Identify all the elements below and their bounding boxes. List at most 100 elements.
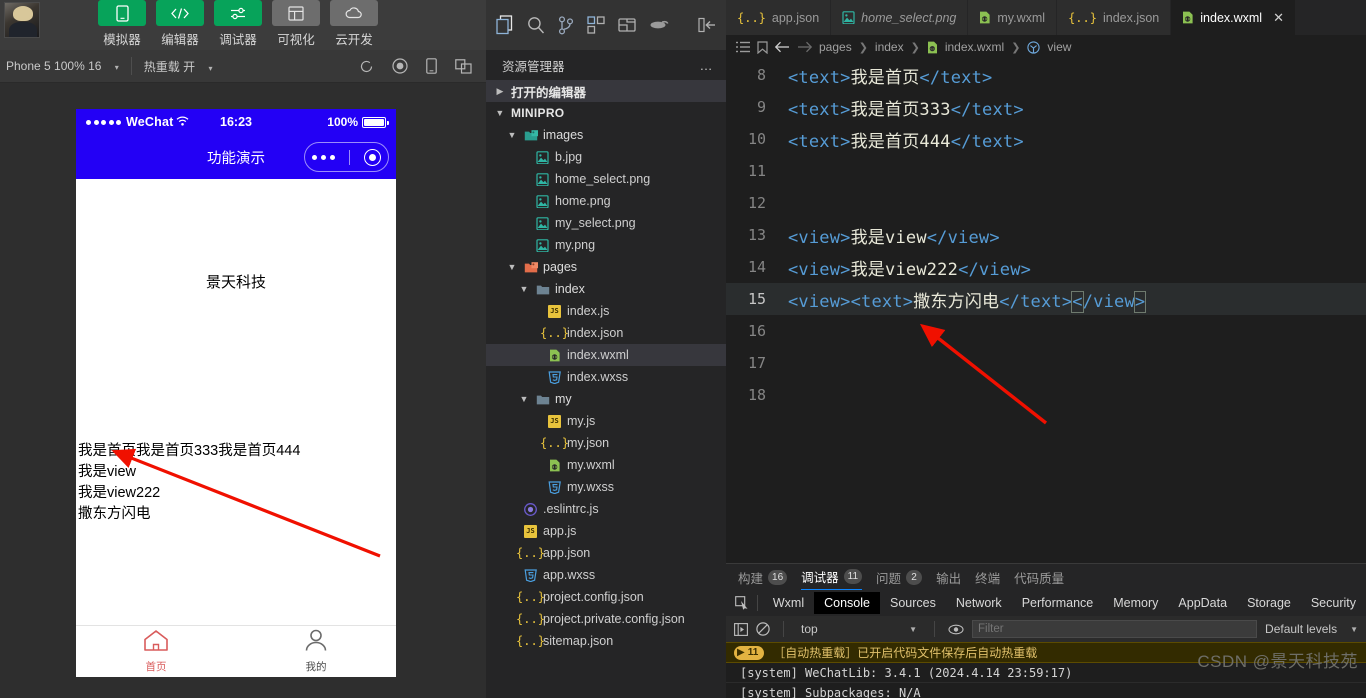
panel-tab-输出[interactable]: 输出: [936, 568, 961, 587]
tool-cloud[interactable]: 云开发: [330, 0, 378, 48]
code-line[interactable]: 8 <text>我是首页</text>: [726, 59, 1366, 91]
code-editor[interactable]: 8 <text>我是首页</text> 9 <text>我是首页333</text> 1…: [726, 59, 1366, 563]
breadcrumb-symbol[interactable]: view: [1047, 40, 1071, 54]
tree-folder-my[interactable]: ▼ my: [486, 388, 726, 410]
tree-file-home-png[interactable]: home.png: [486, 190, 726, 212]
devtools-tab-appdata[interactable]: AppData: [1168, 592, 1237, 614]
devtools-tab-network[interactable]: Network: [946, 592, 1012, 614]
tree-file-app-json[interactable]: {..} app.json: [486, 542, 726, 564]
breadcrumb-index[interactable]: index: [875, 40, 904, 54]
panel-tab-代码质量[interactable]: 代码质量: [1014, 568, 1064, 587]
tree-file-my-wxml[interactable]: my.wxml: [486, 454, 726, 476]
tree-folder-pages[interactable]: ▼ pages: [486, 256, 726, 278]
devtools-tab-wxml[interactable]: Wxml: [763, 592, 814, 614]
tree-file-index-wxml[interactable]: index.wxml: [486, 344, 726, 366]
breadcrumb-file[interactable]: index.wxml: [945, 40, 1004, 54]
panel-tab-终端[interactable]: 终端: [975, 568, 1000, 587]
tree-file-home-select-png[interactable]: home_select.png: [486, 168, 726, 190]
tree-folder-images[interactable]: ▼ images: [486, 124, 726, 146]
bookmark-icon[interactable]: [757, 40, 768, 54]
code-line[interactable]: 15 <view><text>撒东方闪电</text></view>: [726, 283, 1366, 315]
multi-window-icon[interactable]: [455, 58, 472, 74]
extensions-icon[interactable]: [587, 16, 605, 34]
outline-icon[interactable]: [736, 41, 750, 53]
tool-editor[interactable]: 编辑器: [156, 0, 204, 48]
tree-file-sitemap-json[interactable]: {..} sitemap.json: [486, 630, 726, 652]
files-icon[interactable]: [496, 15, 514, 35]
close-icon[interactable]: ✕: [1273, 10, 1284, 26]
console-levels-select[interactable]: Default levels ▼: [1265, 622, 1358, 636]
sidebar-toggle-icon[interactable]: [734, 622, 748, 636]
console-warning-row[interactable]: ▶ 11 ［自动热重载］已开启代码文件保存后自动热重载: [726, 642, 1366, 663]
search-icon[interactable]: [527, 16, 545, 34]
eye-icon[interactable]: [948, 624, 964, 635]
tabbar-item-home[interactable]: 首页: [76, 626, 236, 677]
editor-tab-app-json[interactable]: {..} app.json: [726, 0, 832, 35]
code-line[interactable]: 16: [726, 315, 1366, 347]
code-line[interactable]: 14 <view>我是view222</view>: [726, 251, 1366, 283]
forward-arrow-icon[interactable]: [797, 41, 812, 53]
code-line[interactable]: 12: [726, 187, 1366, 219]
collapse-panel-icon[interactable]: [698, 17, 716, 33]
tree-file--eslintrc-js[interactable]: .eslintrc.js: [486, 498, 726, 520]
editor-tab-home-select-png[interactable]: home_select.png: [831, 0, 969, 35]
code-line[interactable]: 10 <text>我是首页444</text>: [726, 123, 1366, 155]
tree-file-my-png[interactable]: my.png: [486, 234, 726, 256]
user-avatar[interactable]: [4, 2, 40, 38]
back-arrow-icon[interactable]: [775, 41, 790, 53]
docker-icon[interactable]: [649, 18, 669, 32]
tree-file-my-json[interactable]: {..} my.json: [486, 432, 726, 454]
code-line[interactable]: 18: [726, 379, 1366, 411]
debug-icon[interactable]: [618, 17, 636, 33]
explorer-more-icon[interactable]: …: [700, 58, 715, 73]
tree-file-app-wxss[interactable]: app.wxss: [486, 564, 726, 586]
console-filter-input[interactable]: [972, 620, 1258, 638]
rotate-device-icon[interactable]: [426, 58, 437, 74]
wechat-capsule-button[interactable]: [304, 142, 389, 172]
breadcrumb-pages[interactable]: pages: [819, 40, 852, 54]
console-log-line: [system] Subpackages: N/A: [726, 683, 1366, 698]
code-line[interactable]: 13 <view>我是view</view>: [726, 219, 1366, 251]
panel-tab-构建[interactable]: 构建 16: [738, 568, 788, 587]
hot-reload-select[interactable]: 热重载 开 ▾: [138, 58, 219, 75]
editor-tab-index-json[interactable]: {..} index.json: [1057, 0, 1172, 35]
editor-tab-my-wxml[interactable]: my.wxml: [968, 0, 1058, 35]
tree-file-project-config-json[interactable]: {..} project.config.json: [486, 586, 726, 608]
tool-debugger[interactable]: 调试器: [214, 0, 262, 48]
tree-file-b-jpg[interactable]: b.jpg: [486, 146, 726, 168]
refresh-icon[interactable]: [359, 59, 374, 74]
devtools-tab-memory[interactable]: Memory: [1103, 592, 1168, 614]
tool-simulator[interactable]: 模拟器: [98, 0, 146, 48]
panel-tab-调试器[interactable]: 调试器 11: [801, 564, 863, 590]
device-select[interactable]: Phone 5 100% 16 ▾: [0, 59, 125, 73]
code-line[interactable]: 11: [726, 155, 1366, 187]
phone-simulator[interactable]: WeChat 16:23 100% 功能演示 景天科技 我是首页我是首页333我…: [76, 109, 396, 677]
code-line[interactable]: 17: [726, 347, 1366, 379]
tree-file-app-js[interactable]: JS app.js: [486, 520, 726, 542]
devtools-tab-console[interactable]: Console: [814, 592, 880, 614]
tree-file-index-js[interactable]: JS index.js: [486, 300, 726, 322]
record-icon[interactable]: [392, 58, 408, 74]
open-editors-row[interactable]: ▶ 打开的编辑器: [486, 80, 726, 102]
clear-console-icon[interactable]: [756, 622, 770, 636]
tabbar-item-my[interactable]: 我的: [236, 626, 396, 677]
tree-file-project-private-config-json[interactable]: {..} project.private.config.json: [486, 608, 726, 630]
inspect-element-icon[interactable]: [732, 596, 752, 610]
devtools-tab-sources[interactable]: Sources: [880, 592, 946, 614]
tree-file-my-select-png[interactable]: my_select.png: [486, 212, 726, 234]
tree-folder-index[interactable]: ▼ index: [486, 278, 726, 300]
devtools-tab-performance[interactable]: Performance: [1012, 592, 1104, 614]
console-context-select[interactable]: top ▼: [797, 622, 921, 636]
tree-file-my-wxss[interactable]: my.wxss: [486, 476, 726, 498]
source-control-icon[interactable]: [558, 15, 574, 35]
tree-file-my-js[interactable]: JS my.js: [486, 410, 726, 432]
panel-tab-问题[interactable]: 问题 2: [876, 568, 923, 587]
tool-visualization[interactable]: 可视化: [272, 0, 320, 48]
code-line[interactable]: 9 <text>我是首页333</text>: [726, 91, 1366, 123]
devtools-tab-security[interactable]: Security: [1301, 592, 1366, 614]
devtools-tab-storage[interactable]: Storage: [1237, 592, 1301, 614]
tree-file-index-wxss[interactable]: index.wxss: [486, 366, 726, 388]
tree-file-index-json[interactable]: {..} index.json: [486, 322, 726, 344]
project-root-row[interactable]: ▼ MINIPRO: [486, 102, 726, 124]
editor-tab-index-wxml[interactable]: index.wxml ✕: [1171, 0, 1296, 35]
